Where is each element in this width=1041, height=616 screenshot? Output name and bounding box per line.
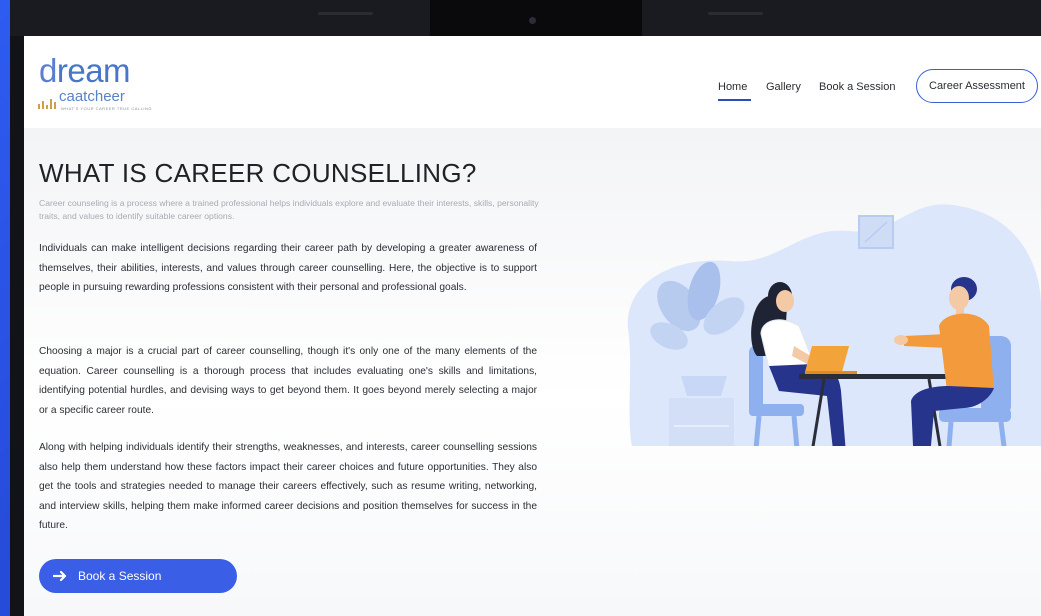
logo-subword: caatcheer [59,88,125,105]
camera-notch [430,0,642,36]
nav-home-active-underline [718,99,751,101]
nav-book-session[interactable]: Book a Session [819,80,895,94]
side-table [669,398,734,446]
logo-tagline: WHAT'S YOUR CAREER TRUE CALLING [61,106,152,111]
logo-wordmark: dream [39,52,131,89]
bezel-light-left [318,12,373,15]
career-assessment-button[interactable]: Career Assessment [916,69,1038,103]
browser-screen: dream caatcheer WHAT'S YOUR CAREER TRUE … [24,36,1041,616]
page-title: WHAT IS CAREER COUNSELLING? [39,158,477,188]
bezel-light-right [708,12,763,15]
career-assessment-label: Career Assessment [929,80,1025,92]
book-session-button[interactable]: Book a Session [39,559,237,593]
paragraph-2: Choosing a major is a crucial part of ca… [39,346,537,416]
counselling-session-illustration [627,204,1041,446]
nav-home[interactable]: Home [718,80,747,94]
paragraph-3: Along with helping individuals identify … [39,442,537,531]
webcam-icon [529,17,536,24]
site-header: dream caatcheer WHAT'S YOUR CAREER TRUE … [24,36,1041,128]
logo-bars-icon [38,97,60,109]
paragraph-1: Individuals can make intelligent decisio… [39,243,537,293]
arrow-right-icon [53,570,67,582]
book-session-label: Book a Session [78,569,162,583]
intro-text: Career counseling is a process where a t… [39,198,539,221]
nav-gallery[interactable]: Gallery [766,80,801,94]
